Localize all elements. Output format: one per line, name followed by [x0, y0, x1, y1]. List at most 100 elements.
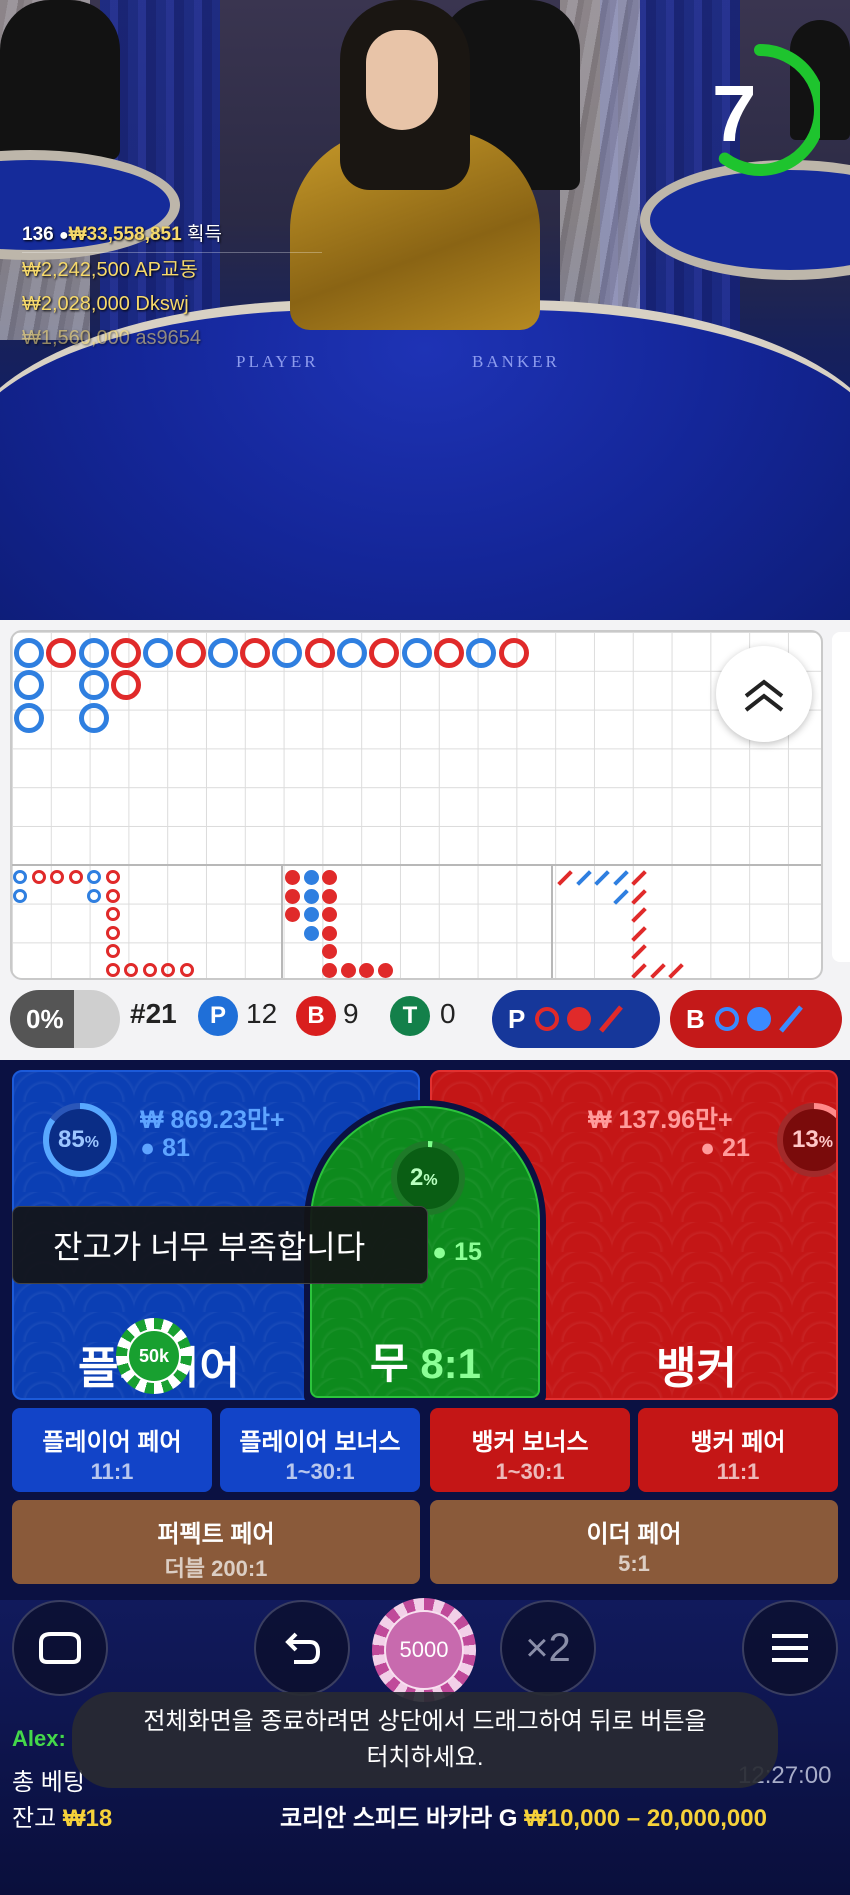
player-road-mark [207, 638, 238, 668]
game-info: 코리안 스피드 바카라 G ₩10,000 – 20,000,000 [280, 1805, 767, 1832]
big-eye-mark [105, 907, 120, 921]
roadmap-panel[interactable] [0, 620, 850, 980]
perfect-pair-bet[interactable]: 퍼펙트 페어 더블 200:1 [12, 1500, 420, 1584]
side-bet-title: 퍼펙트 페어 [157, 1521, 275, 1548]
winner-row: ₩2,242,500 AP교동 [22, 253, 322, 287]
big-eye-mark [142, 962, 157, 977]
user-icon: ● [432, 1238, 448, 1266]
big-eye-mark [105, 888, 120, 903]
banker-road-mark [110, 670, 141, 701]
banker-road-mark [304, 638, 335, 668]
player-percent: 85% [58, 1126, 99, 1153]
big-eye-mark [105, 870, 120, 884]
player-road-mark [78, 638, 109, 668]
fullscreen-exit-toast: 전체화면을 종료하려면 상단에서 드래그하여 뒤로 버튼을 터치하세요. [72, 1692, 778, 1788]
player-bonus-bet[interactable]: 플레이어 보너스 1~30:1 [220, 1408, 420, 1492]
winner-name: as9654 [135, 327, 202, 349]
big-eye-mark [87, 870, 101, 884]
side-bet-title: 플레이어 보너스 [239, 1429, 401, 1456]
balance-display: 잔고 ₩18 [12, 1805, 113, 1832]
banker-predict-button[interactable]: B [670, 990, 842, 1048]
small-road-mark [285, 870, 300, 885]
user-icon: ● [58, 227, 69, 244]
timer-value: 7 [712, 69, 757, 158]
winners-count: 136 [22, 224, 54, 245]
tie-count-badge: T [390, 996, 430, 1036]
side-bet-odds: 1~30:1 [495, 1459, 565, 1484]
table-layout-icon [39, 1632, 81, 1664]
player-road-mark [78, 670, 109, 701]
background-person [0, 0, 120, 160]
player-count: 12 [246, 998, 278, 1029]
big-eye-mark [50, 870, 64, 884]
round-number: #21 [130, 998, 177, 1029]
player-road-mark [337, 638, 367, 668]
player-stake-amount: ₩ 869.23만+ [140, 1106, 285, 1134]
banker-road-mark [498, 638, 529, 668]
banker-bonus-bet[interactable]: 뱅커 보너스 1~30:1 [430, 1408, 630, 1492]
player-count-badge: P [198, 996, 238, 1036]
winners-list: 136 ●₩33,558,851 획득 ₩2,242,500 AP교동 ₩2,0… [22, 218, 322, 355]
small-road-mark [322, 962, 337, 978]
small-road-mark [322, 888, 337, 904]
banker-bettor-count: ● 21 [700, 1134, 750, 1162]
next-roadmap-peek[interactable] [832, 632, 850, 962]
player-pair-bet[interactable]: 플레이어 페어 11:1 [12, 1408, 212, 1492]
banker-pair-bet[interactable]: 뱅커 페어 11:1 [638, 1408, 838, 1492]
winner-amount: ₩1,560,000 [22, 327, 130, 349]
toast-line: 전체화면을 종료하려면 상단에서 드래그하여 뒤로 버튼을 [143, 1708, 707, 1735]
user-icon: ● [140, 1134, 156, 1162]
placed-chip[interactable]: 50k [116, 1318, 192, 1394]
player-road-mark [14, 702, 44, 733]
side-bet-title: 뱅커 보너스 [471, 1429, 589, 1456]
stats-bar: 0% #21 P 12 B 9 T 0 P B [0, 980, 850, 1060]
tie-count: 0 [440, 998, 456, 1029]
big-eye-mark [13, 870, 27, 884]
expand-roadmap-button[interactable] [716, 646, 812, 742]
winners-total-amount: ₩33,558,851 [68, 224, 182, 245]
predict-letter: P [508, 1003, 526, 1034]
big-eye-mark [31, 870, 46, 884]
chip-selector[interactable]: 5000 [372, 1598, 476, 1702]
chip-value: 50k [127, 1329, 181, 1383]
winner-amount: ₩2,242,500 [22, 259, 130, 281]
tie-percent: 2% [410, 1164, 438, 1191]
small-road-mark [285, 888, 300, 904]
predict-road-icons [535, 1005, 624, 1033]
big-eye-mark [68, 870, 83, 884]
winner-row: ₩2,028,000 Dkswj [22, 287, 322, 321]
banker-count: 9 [343, 998, 359, 1029]
either-pair-bet[interactable]: 이더 페어 5:1 [430, 1500, 838, 1584]
baccarat-app: PLAYER BANKER 136 ●₩33,558,851 획득 ₩2,242… [0, 0, 850, 1895]
percent-value: 0% [26, 1003, 64, 1034]
big-eye-mark [179, 962, 194, 977]
menu-button[interactable] [742, 1600, 838, 1696]
player-road-mark [14, 638, 44, 668]
live-video-feed: PLAYER BANKER 136 ●₩33,558,851 획득 ₩2,242… [0, 0, 850, 620]
side-bet-odds: 11:1 [716, 1459, 760, 1484]
small-road-mark [377, 962, 393, 978]
predict-letter: B [686, 1003, 705, 1034]
player-predict-button[interactable]: P [492, 990, 660, 1048]
small-road-mark [322, 870, 337, 885]
small-road-mark [285, 907, 300, 922]
small-road-mark [322, 944, 337, 959]
big-eye-mark [87, 888, 101, 903]
table-label-banker: BANKER [472, 352, 560, 371]
chat-username: Alex: [12, 1726, 66, 1751]
win-percentage-toggle[interactable]: 0% [10, 990, 120, 1048]
banker-count-badge: B [296, 996, 336, 1036]
player-road-mark [466, 638, 497, 668]
banker-road-mark [240, 638, 271, 668]
banker-road-mark [110, 638, 141, 668]
banker-percent: 13% [792, 1126, 833, 1153]
small-road-mark [303, 870, 319, 885]
insufficient-balance-toast: 잔고가 너무 부족합니다 [12, 1206, 428, 1284]
player-road-mark [401, 638, 432, 668]
small-road-mark [303, 925, 319, 941]
double-bet-button[interactable]: ×2 [500, 1600, 596, 1696]
big-eye-mark [13, 888, 27, 903]
undo-button[interactable] [254, 1600, 350, 1696]
small-road-mark [303, 888, 319, 904]
table-view-button[interactable] [12, 1600, 108, 1696]
